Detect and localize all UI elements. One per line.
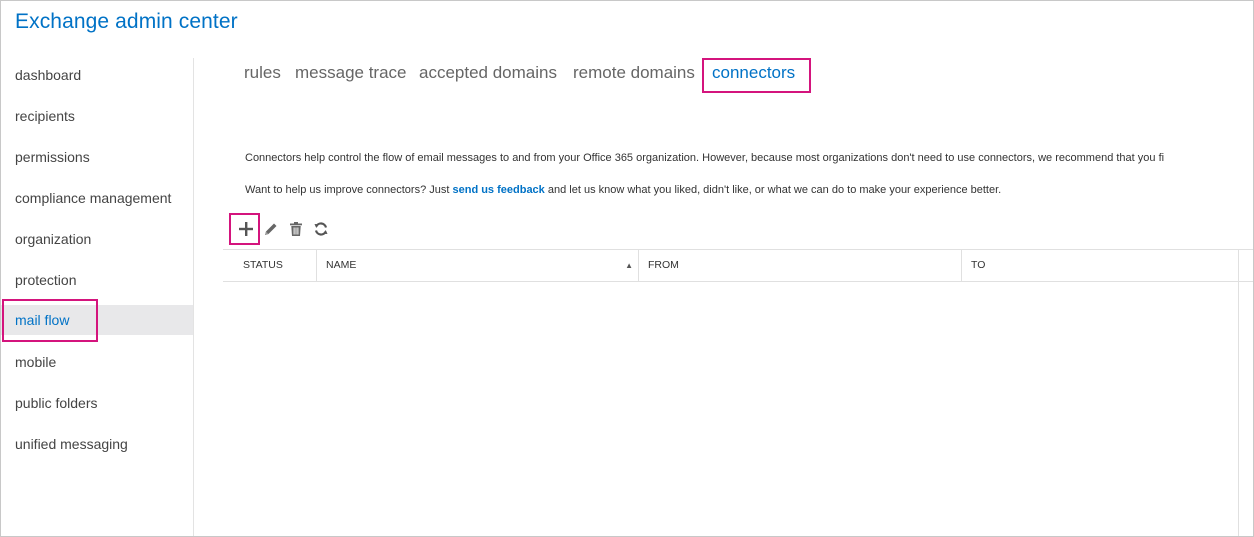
sidebar-item-recipients[interactable]: recipients <box>1 101 193 131</box>
sidebar-item-dashboard[interactable]: dashboard <box>1 60 193 90</box>
refresh-button[interactable] <box>309 217 333 241</box>
refresh-icon <box>314 222 328 236</box>
sidebar-item-mobile[interactable]: mobile <box>1 347 193 377</box>
pencil-icon <box>265 223 277 235</box>
column-status[interactable]: STATUS <box>234 250 317 281</box>
app-title: Exchange admin center <box>15 10 238 33</box>
plus-icon <box>239 222 253 236</box>
send-feedback-link[interactable]: send us feedback <box>452 184 544 196</box>
column-name-label: NAME <box>326 259 357 271</box>
sidebar-item-compliance-management[interactable]: compliance management <box>1 183 193 213</box>
feedback-line: Want to help us improve connectors? Just… <box>245 184 1001 196</box>
new-connector-button[interactable] <box>234 217 258 241</box>
column-to[interactable]: TO <box>962 250 1239 281</box>
details-pane-divider <box>1238 250 1253 536</box>
sort-ascending-icon: ▲ <box>625 261 633 270</box>
connectors-description: Connectors help control the flow of emai… <box>245 152 1165 164</box>
sidebar-item-mail-flow[interactable]: mail flow <box>1 305 193 335</box>
feedback-text-before: Want to help us improve connectors? Just <box>245 184 453 196</box>
trash-icon <box>290 222 302 236</box>
app-window: Exchange admin center dashboard recipien… <box>0 0 1254 537</box>
tab-rules[interactable]: rules <box>244 63 281 83</box>
sidebar-item-unified-messaging[interactable]: unified messaging <box>1 429 193 459</box>
column-name[interactable]: NAME ▲ <box>317 250 639 281</box>
edit-button[interactable] <box>259 217 283 241</box>
sidebar-item-public-folders[interactable]: public folders <box>1 388 193 418</box>
column-from[interactable]: FROM <box>639 250 962 281</box>
tab-accepted-domains[interactable]: accepted domains <box>419 63 557 83</box>
tab-remote-domains[interactable]: remote domains <box>573 63 695 83</box>
sidebar-item-permissions[interactable]: permissions <box>1 142 193 172</box>
tab-connectors[interactable]: connectors <box>712 63 795 83</box>
feedback-text-after: and let us know what you liked, didn't l… <box>544 184 1002 196</box>
connectors-table-header: STATUS NAME ▲ FROM TO <box>223 249 1253 282</box>
sidebar-item-organization[interactable]: organization <box>1 224 193 254</box>
sidebar-nav: dashboard recipients permissions complia… <box>1 58 194 536</box>
tab-message-trace[interactable]: message trace <box>295 63 407 83</box>
sidebar-item-protection[interactable]: protection <box>1 265 193 295</box>
delete-button[interactable] <box>284 217 308 241</box>
